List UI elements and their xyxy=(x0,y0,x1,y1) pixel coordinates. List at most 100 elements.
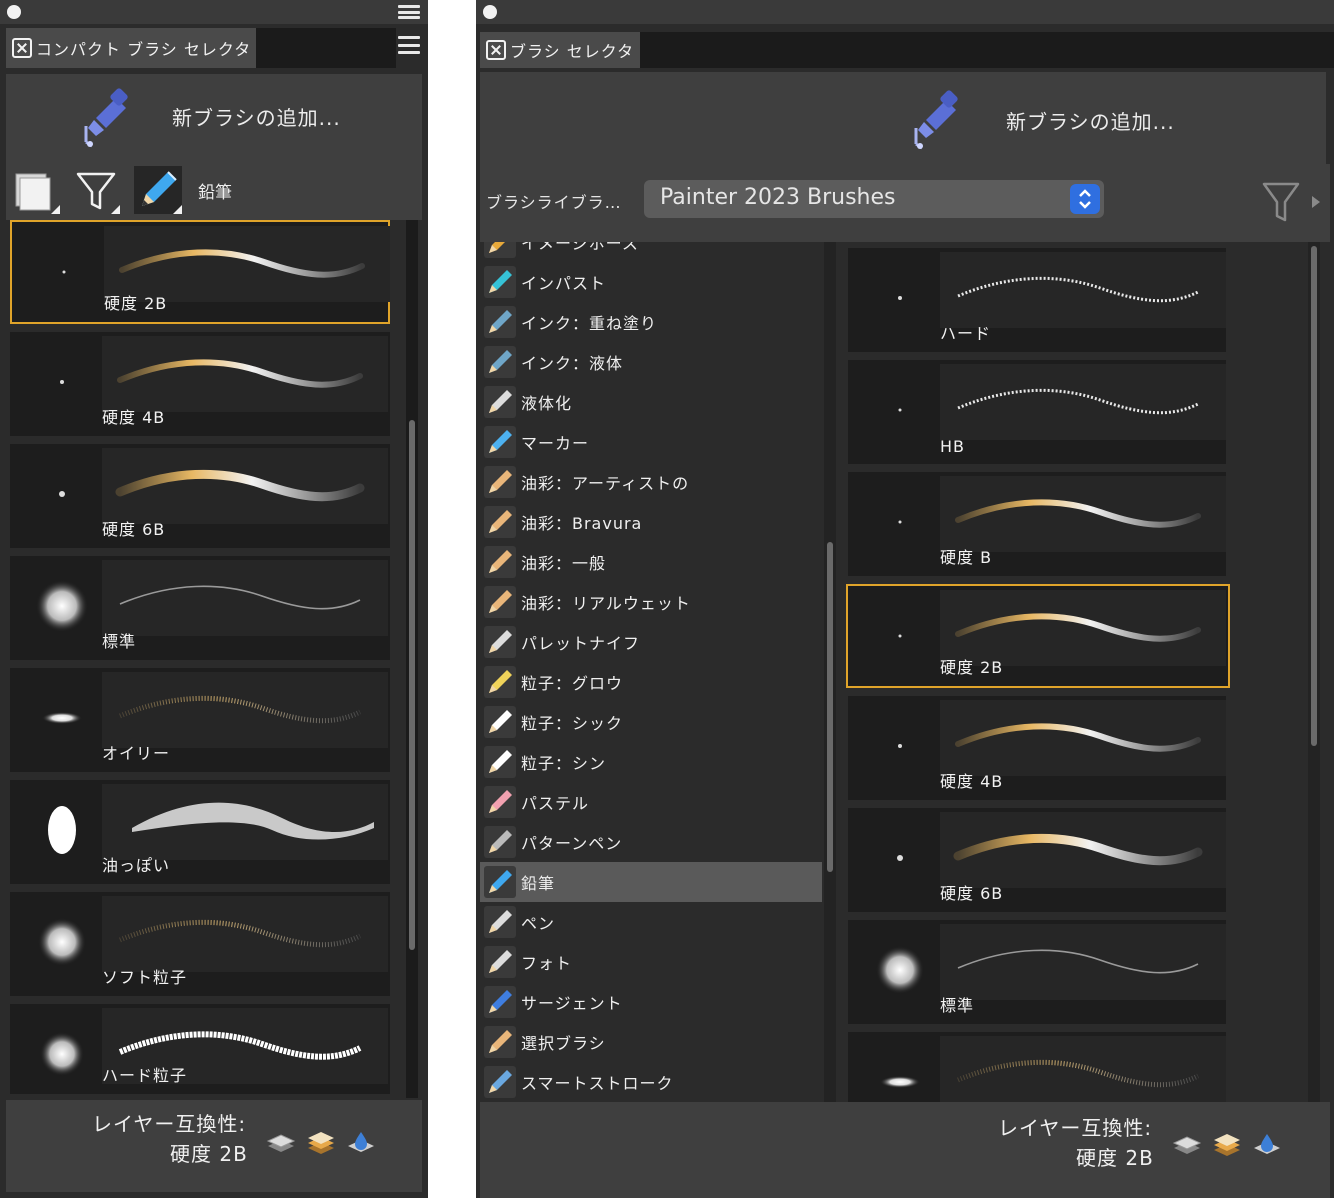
brush-variant-item[interactable]: 硬度 6B xyxy=(848,808,1226,912)
brush-dab-preview xyxy=(42,712,82,724)
tab-menu-icon[interactable] xyxy=(398,36,420,54)
brush-variant-label: 硬度 2B xyxy=(104,294,168,313)
category-label: 油彩：リアルウェット xyxy=(521,594,691,613)
brush-stroke-preview xyxy=(955,723,1201,752)
filter-funnel-icon[interactable] xyxy=(1262,180,1302,224)
tab-brush-selector[interactable]: ブラシ セレクタ xyxy=(480,32,645,68)
category-item[interactable]: パターンペン xyxy=(480,822,822,862)
oil-brush-icon xyxy=(484,506,516,538)
add-brush-button[interactable]: 新ブラシの追加... xyxy=(6,74,422,158)
category-item[interactable]: 粒子：グロウ xyxy=(480,662,822,702)
brush-variant-item[interactable]: 硬度 4B xyxy=(10,332,390,436)
category-label: 液体化 xyxy=(521,394,573,413)
category-item[interactable]: 油彩：リアルウェット xyxy=(480,582,822,622)
brush-variant-item[interactable]: 標準 xyxy=(848,920,1226,1024)
panel-menu-icon[interactable] xyxy=(398,5,420,19)
brush-variant-item[interactable]: HB xyxy=(848,360,1226,464)
stroke-area xyxy=(940,812,1226,888)
brush-variant-item[interactable]: オイリー xyxy=(10,668,390,772)
brush-stroke-preview xyxy=(117,359,363,388)
sargent-brush-icon xyxy=(484,986,516,1018)
panel-titlebar[interactable] xyxy=(476,0,1334,24)
stroke-area xyxy=(940,252,1226,328)
category-item[interactable]: スマートストローク xyxy=(480,1062,822,1102)
brush-dab-preview xyxy=(60,380,64,384)
category-item[interactable]: 油彩：Bravura xyxy=(480,502,822,542)
pen-icon xyxy=(484,906,516,938)
window-control-dot[interactable] xyxy=(483,5,497,19)
brush-variant-item[interactable]: 硬度 2B xyxy=(846,584,1230,688)
brush-variant-item[interactable]: 硬度 B xyxy=(848,472,1226,576)
brush-variant-item[interactable]: 硬度 4B xyxy=(848,696,1226,800)
tab-title: コンパクト ブラシ セレクタ xyxy=(36,40,252,59)
brush-variant-item[interactable]: ハード粒子 xyxy=(10,1004,390,1094)
stroke-area xyxy=(102,672,388,748)
oil-brush-icon xyxy=(484,586,516,618)
brush-variant-item[interactable]: 硬度 6B xyxy=(10,444,390,548)
stroke-area xyxy=(102,336,388,412)
category-label: イメージホース xyxy=(521,242,639,253)
scrollbar-thumb[interactable] xyxy=(827,542,833,872)
category-item[interactable]: イメージホース xyxy=(480,242,822,262)
category-scrollbar[interactable] xyxy=(824,242,836,1102)
add-brush-button[interactable]: 新ブラシの追加... xyxy=(480,72,1326,164)
brush-stroke-preview xyxy=(115,469,365,502)
category-label: フォト xyxy=(521,954,573,973)
filter-button[interactable] xyxy=(72,166,120,214)
brush-library-button[interactable] xyxy=(12,166,60,214)
category-item[interactable]: インパスト xyxy=(480,262,822,302)
category-item[interactable]: マーカー xyxy=(480,422,822,462)
stroke-area xyxy=(940,1036,1226,1112)
current-category-button[interactable] xyxy=(134,166,182,214)
brush-library-select[interactable]: Painter 2023 Brushes xyxy=(644,180,1104,218)
category-item[interactable]: フォト xyxy=(480,942,822,982)
brush-variant-item[interactable]: 標準 xyxy=(10,556,390,660)
brush-variant-label: ハード xyxy=(940,324,992,343)
brush-library-value: Painter 2023 Brushes xyxy=(660,185,896,210)
category-item[interactable]: 油彩：一般 xyxy=(480,542,822,582)
scrollbar-thumb[interactable] xyxy=(1311,246,1317,746)
category-label: 鉛筆 xyxy=(521,874,556,893)
category-label: 油彩：Bravura xyxy=(521,514,643,533)
brush-variant-item[interactable]: 硬度 2B xyxy=(10,220,390,324)
stroke-area xyxy=(102,896,388,972)
tab-empty-area xyxy=(256,28,396,68)
category-item[interactable]: 油彩：アーティストの xyxy=(480,462,822,502)
brush-stroke-preview xyxy=(119,585,361,610)
panel-tabbar: コンパクト ブラシ セレクタ xyxy=(0,24,428,72)
brush-dab-preview xyxy=(38,918,86,966)
tab-compact-brush-selector[interactable]: コンパクト ブラシ セレクタ xyxy=(6,28,262,68)
window-control-dot[interactable] xyxy=(7,5,21,19)
ink-bottle-icon xyxy=(484,306,516,338)
brush-variant-item[interactable]: 油っぽい xyxy=(10,780,390,884)
brush-dab-preview xyxy=(59,491,65,497)
liquify-icon xyxy=(484,386,516,418)
category-item[interactable]: パレットナイフ xyxy=(480,622,822,662)
brush-toolbar: 鉛筆 xyxy=(6,158,422,220)
category-item[interactable]: 粒子：シン xyxy=(480,742,822,782)
close-icon[interactable] xyxy=(12,38,32,58)
variant-scrollbar[interactable] xyxy=(1308,242,1320,1102)
category-item[interactable]: 液体化 xyxy=(480,382,822,422)
close-icon[interactable] xyxy=(486,40,506,60)
category-item[interactable]: パステル xyxy=(480,782,822,822)
scrollbar-thumb[interactable] xyxy=(409,420,415,950)
scrollbar[interactable] xyxy=(406,220,418,1098)
brush-variant-item[interactable] xyxy=(848,1032,1226,1112)
brush-variant-item[interactable]: ハード xyxy=(848,248,1226,352)
expand-arrow-icon[interactable] xyxy=(1310,194,1322,210)
tab-empty-area xyxy=(640,32,1334,68)
brush-stroke-preview xyxy=(957,388,1199,415)
category-item[interactable]: 粒子：シック xyxy=(480,702,822,742)
category-item[interactable]: ペン xyxy=(480,902,822,942)
panel-titlebar[interactable] xyxy=(0,0,428,24)
brush-variant-item[interactable]: ソフト粒子 xyxy=(10,892,390,996)
category-label: マーカー xyxy=(521,434,590,453)
stroke-area xyxy=(940,476,1226,552)
category-item[interactable]: サージェント xyxy=(480,982,822,1022)
brush-stroke-preview xyxy=(953,833,1203,866)
category-item[interactable]: インク：液体 xyxy=(480,342,822,382)
category-item[interactable]: 鉛筆 xyxy=(480,862,822,902)
category-item[interactable]: インク：重ね塗り xyxy=(480,302,822,342)
category-item[interactable]: 選択ブラシ xyxy=(480,1022,822,1062)
